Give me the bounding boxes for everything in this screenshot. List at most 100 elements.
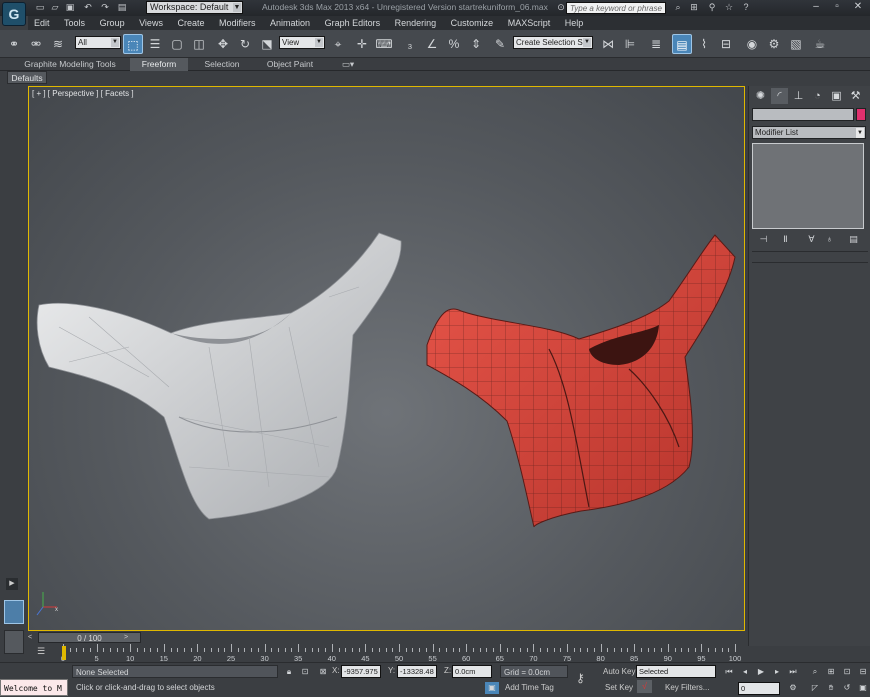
modifier-list-dropdown[interactable]: Modifier List ▼ <box>752 126 866 139</box>
go-to-start-icon[interactable]: ⏮ <box>722 666 736 678</box>
schematic-view-icon[interactable]: ⊟ <box>716 34 736 54</box>
object-name-field[interactable] <box>752 108 854 121</box>
redo-icon[interactable]: ↷ <box>99 2 111 13</box>
add-time-tag-button[interactable]: Add Time Tag <box>505 683 554 692</box>
viewport-layout-tab[interactable] <box>4 600 24 624</box>
motion-tab-icon[interactable]: ◔ <box>809 88 826 104</box>
save-file-icon[interactable]: ▣ <box>64 2 76 13</box>
edit-named-selection-icon[interactable]: ✎ <box>490 34 510 54</box>
bind-space-warp-icon[interactable]: ≋ <box>48 34 68 54</box>
3ds-max-logo-icon[interactable]: G <box>2 2 26 26</box>
configure-modifier-sets-icon[interactable]: ▤ <box>845 233 862 246</box>
select-object-icon[interactable]: ⬚ <box>123 34 143 54</box>
menu-maxscript[interactable]: MAXScript <box>502 16 557 30</box>
prev-frame-arrow-icon[interactable]: < <box>28 632 38 643</box>
menu-rendering[interactable]: Rendering <box>389 16 443 30</box>
ribbon-options-icon[interactable]: ▭▾ <box>338 58 358 71</box>
key-mode-dropdown[interactable]: Selected <box>636 665 716 678</box>
zoom-all-icon[interactable]: ⊞ <box>824 666 838 678</box>
z-coordinate-field[interactable]: 0.0cm <box>452 665 492 678</box>
auto-key-button[interactable]: Auto Key <box>603 667 635 676</box>
pivot-center-icon[interactable]: ⌖ <box>328 34 348 54</box>
open-file-icon[interactable]: ▱ <box>49 2 61 13</box>
tab-graphite-modeling-tools[interactable]: Graphite Modeling Tools <box>8 58 132 71</box>
key-filters-button[interactable]: Key Filters... <box>665 683 709 692</box>
zoom-icon[interactable]: ⌕ <box>808 666 822 678</box>
subscription-icon[interactable]: ⊞ <box>688 2 700 13</box>
mini-curve-editor-icon[interactable]: ☰ <box>34 646 48 658</box>
current-frame-field[interactable]: 0 <box>738 682 780 695</box>
spinner-snap-icon[interactable]: ⇕ <box>466 34 486 54</box>
make-unique-icon[interactable]: ∀ <box>803 233 820 246</box>
select-by-name-icon[interactable]: ☰ <box>145 34 165 54</box>
hierarchy-tab-icon[interactable]: ⊥ <box>790 88 807 104</box>
graphite-ribbon-icon[interactable]: ▤ <box>672 34 692 54</box>
menu-customize[interactable]: Customize <box>445 16 500 30</box>
minimize-button[interactable]: – <box>806 0 826 15</box>
field-of-view-icon[interactable]: ◸ <box>808 682 822 694</box>
angle-snap-icon[interactable]: ∠ <box>422 34 442 54</box>
time-tag-icon[interactable]: ▣ <box>485 682 499 694</box>
pan-icon[interactable]: ✋︎ <box>824 682 838 694</box>
align-icon[interactable]: ⊫ <box>620 34 640 54</box>
close-button[interactable]: ✕ <box>848 0 868 15</box>
tab-object-paint[interactable]: Object Paint <box>258 58 322 71</box>
unlink-icon[interactable]: ⚮ <box>26 34 46 54</box>
render-setup-icon[interactable]: ⚙ <box>764 34 784 54</box>
search-input[interactable]: Type a keyword or phrase <box>566 2 666 14</box>
show-end-result-icon[interactable]: Ⅱ <box>777 233 794 246</box>
x-coordinate-field[interactable]: -9357.975 <box>341 665 381 678</box>
y-coordinate-field[interactable]: -13328.48 <box>397 665 437 678</box>
key-icon[interactable]: ⚷ <box>576 671 585 685</box>
menu-animation[interactable]: Animation <box>264 16 316 30</box>
object-color-swatch[interactable] <box>856 108 866 121</box>
rectangular-selection-icon[interactable]: ▢ <box>167 34 187 54</box>
render-production-icon[interactable]: ☕ <box>810 34 830 54</box>
zoom-extents-all-icon[interactable]: ⊟ <box>856 666 870 678</box>
select-and-scale-icon[interactable]: ⬔ <box>257 34 277 54</box>
maximize-button[interactable]: ▫ <box>827 0 847 15</box>
next-frame-icon[interactable]: ▸ <box>770 666 784 678</box>
expand-arrow-icon[interactable]: ▶ <box>6 578 18 590</box>
create-tab-icon[interactable]: ✺ <box>752 88 769 104</box>
help-icon[interactable]: ? <box>740 2 752 13</box>
undo-icon[interactable]: ↶ <box>82 2 94 13</box>
keyboard-shortcut-override-icon[interactable]: ⌨ <box>374 34 394 54</box>
menu-create[interactable]: Create <box>171 16 210 30</box>
defaults-panel-label[interactable]: Defaults <box>7 71 47 84</box>
select-and-move-icon[interactable]: ✥ <box>213 34 233 54</box>
orbit-icon[interactable]: ↺ <box>840 682 854 694</box>
viewport-layout-tab-2[interactable] <box>4 630 24 654</box>
reference-coordinate-dropdown[interactable]: View ▼ <box>279 36 325 49</box>
select-and-link-icon[interactable]: ⚭ <box>4 34 24 54</box>
track-bar[interactable]: 0510152025303540455055606570758085909510… <box>28 644 745 663</box>
pin-stack-icon[interactable]: ⊣ <box>755 233 772 246</box>
red-shirt-mesh[interactable] <box>426 234 736 528</box>
favorites-icon[interactable]: ☆ <box>723 2 735 13</box>
tab-selection[interactable]: Selection <box>196 58 248 71</box>
curve-editor-icon[interactable]: ⌇ <box>694 34 714 54</box>
modify-tab-icon[interactable]: ◜ <box>771 88 788 104</box>
white-shirt-mesh[interactable] <box>36 232 402 520</box>
menu-views[interactable]: Views <box>133 16 169 30</box>
display-tab-icon[interactable]: ▣ <box>828 88 845 104</box>
snaps-toggle-icon[interactable]: ₃ <box>400 34 420 54</box>
search-icon[interactable]: ⌕ <box>672 2 684 13</box>
remove-modifier-icon[interactable]: ♁ <box>821 233 838 246</box>
absolute-mode-icon[interactable]: ⊠ <box>316 666 330 678</box>
perspective-viewport[interactable]: [ + ] [ Perspective ] [ Facets ] x <box>28 86 745 631</box>
menu-group[interactable]: Group <box>94 16 131 30</box>
selection-filter-dropdown[interactable]: All ▼ <box>75 36 121 49</box>
set-key-icon[interactable]: √ <box>637 680 652 693</box>
window-crossing-icon[interactable]: ◫ <box>189 34 209 54</box>
menu-tools[interactable]: Tools <box>58 16 91 30</box>
lock-icon[interactable]: ⊡ <box>298 666 312 678</box>
mirror-icon[interactable]: ⋈ <box>598 34 618 54</box>
layer-manager-icon[interactable]: ≣ <box>646 34 666 54</box>
maximize-viewport-icon[interactable]: ▣ <box>856 682 870 694</box>
menu-help[interactable]: Help <box>559 16 590 30</box>
material-editor-icon[interactable]: ◉ <box>742 34 762 54</box>
new-file-icon[interactable]: ▭ <box>34 2 46 13</box>
select-and-rotate-icon[interactable]: ↻ <box>235 34 255 54</box>
play-icon[interactable]: ▶ <box>754 666 768 678</box>
